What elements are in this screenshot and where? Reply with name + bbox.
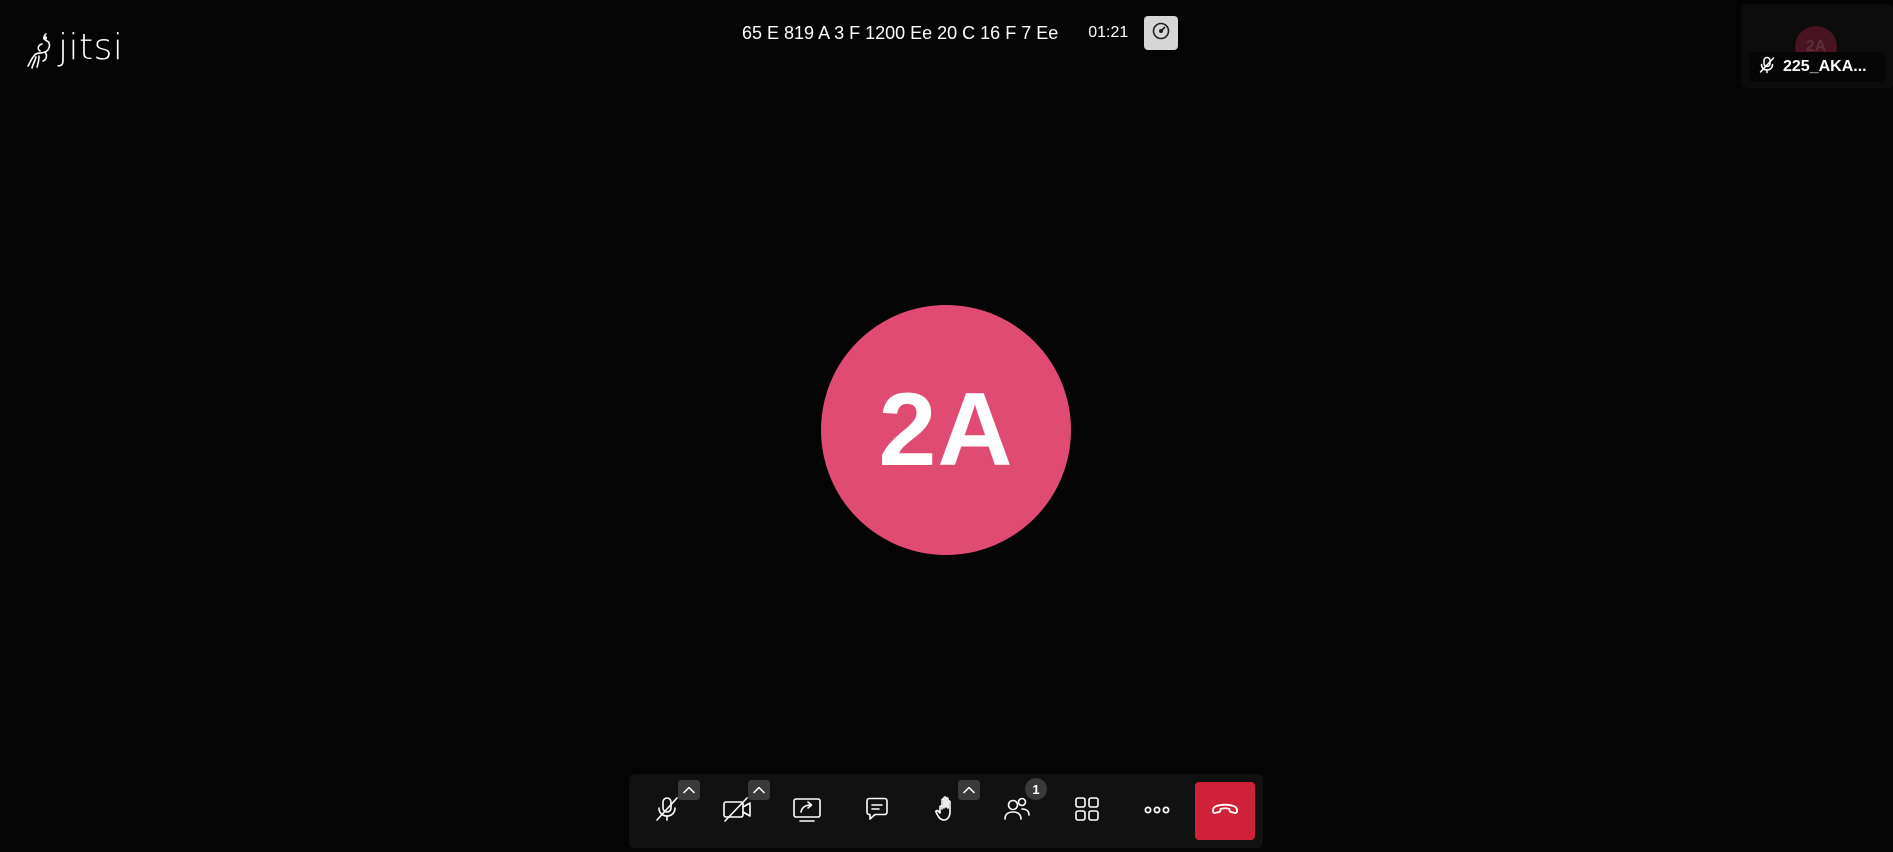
microphone-options-button[interactable] xyxy=(678,780,700,800)
hangup-button[interactable] xyxy=(1195,782,1255,840)
camera-options-button[interactable] xyxy=(748,780,770,800)
mic-muted-icon xyxy=(653,795,681,828)
toolbox: 1 xyxy=(629,774,1263,848)
meeting-timer: 01:21 xyxy=(1088,24,1129,41)
participant-thumbnail[interactable]: 2A 225_AKA... xyxy=(1741,4,1893,88)
chat-icon xyxy=(863,795,891,828)
participants-icon xyxy=(1002,795,1032,828)
chevron-up-icon xyxy=(753,781,765,799)
meeting-title: 65 E 819 A 3 F 1200 Ee 20 C 16 F 7 Ee xyxy=(722,14,1079,52)
more-icon xyxy=(1143,802,1171,820)
screen-share-button[interactable] xyxy=(781,785,833,837)
gauge-icon xyxy=(1151,21,1171,46)
more-actions-button[interactable] xyxy=(1131,785,1183,837)
thumbnail-name-tag: 225_AKA... xyxy=(1749,52,1885,82)
hand-icon xyxy=(933,794,961,829)
tile-view-button[interactable] xyxy=(1061,785,1113,837)
conference-info-bar: 65 E 819 A 3 F 1200 Ee 20 C 16 F 7 Ee 01… xyxy=(722,14,1179,52)
jitsi-logo[interactable]: jitsi xyxy=(24,28,123,72)
camera-off-icon xyxy=(722,795,752,828)
mic-muted-icon xyxy=(1759,56,1775,79)
phone-hangup-icon xyxy=(1211,802,1239,821)
screen-share-icon xyxy=(792,795,822,828)
chat-button[interactable] xyxy=(851,785,903,837)
chevron-up-icon xyxy=(683,781,695,799)
meeting-stage: jitsi 65 E 819 A 3 F 1200 Ee 20 C 16 F 7… xyxy=(0,0,1893,852)
speaker-stats-button[interactable] xyxy=(1144,16,1179,50)
avatar-initials: 2A xyxy=(878,371,1014,488)
jitsi-logo-icon xyxy=(24,30,56,70)
chevron-up-icon xyxy=(963,781,975,799)
reactions-options-button[interactable] xyxy=(958,780,980,800)
participant-display-name: 225_AKA... xyxy=(1783,58,1867,75)
participants-count-badge: 1 xyxy=(1025,778,1047,800)
logo-text: jitsi xyxy=(58,27,124,68)
grid-icon xyxy=(1073,795,1101,828)
dominant-speaker-avatar: 2A xyxy=(821,305,1071,555)
